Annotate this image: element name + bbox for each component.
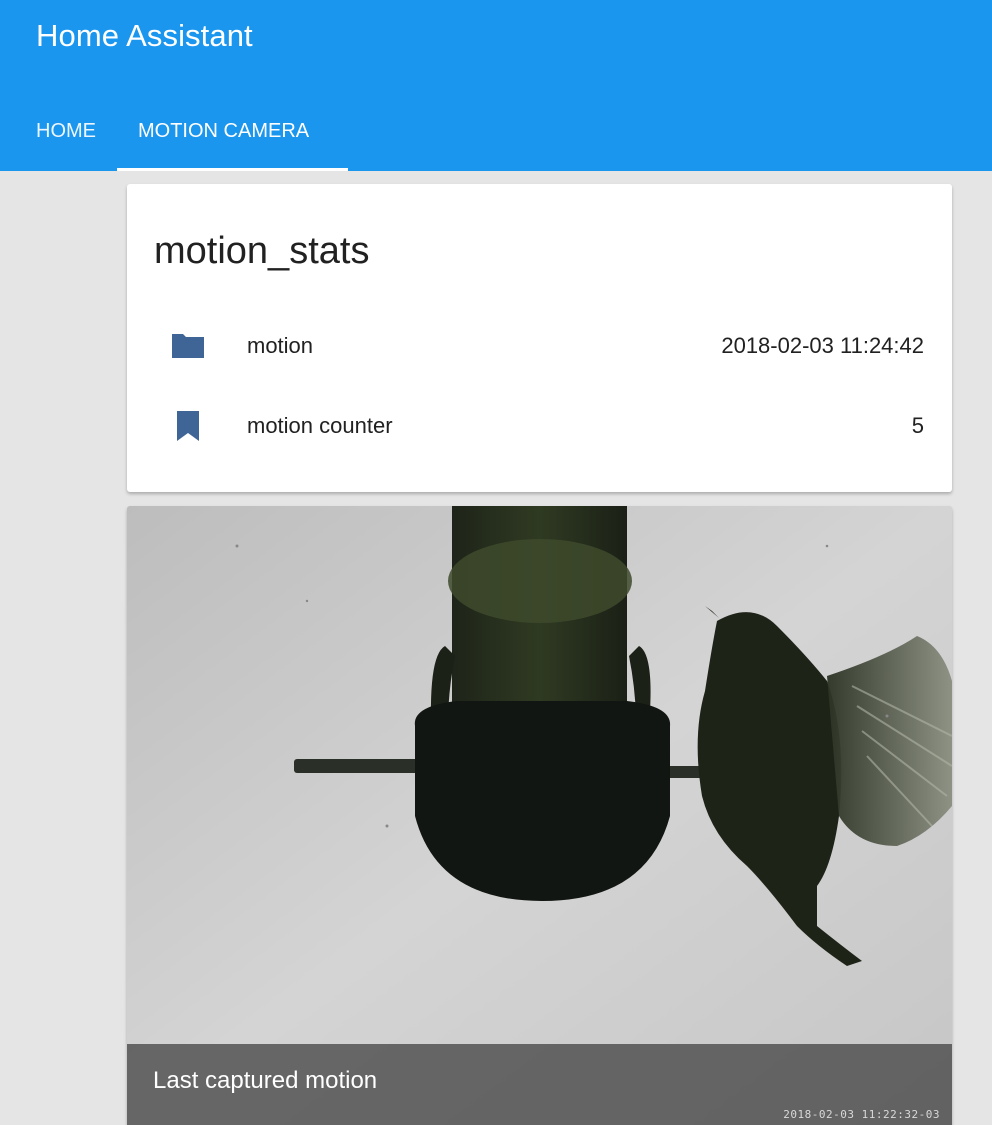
app-header: Home Assistant HOME MOTION CAMERA (0, 0, 992, 171)
camera-card[interactable]: Last captured motion 2018-02-03 11:22:32… (127, 506, 952, 1125)
entity-row-motion-counter[interactable]: motion counter 5 (127, 406, 952, 446)
camera-caption-bar: Last captured motion 2018-02-03 11:22:32… (127, 1044, 952, 1125)
card-title: motion_stats (154, 230, 370, 272)
entity-label: motion (247, 333, 314, 358)
motion-stats-card: motion_stats motion 2018-02-03 11:24:42 … (127, 184, 952, 492)
entity-value: 5 (911, 413, 924, 438)
tab-motion-camera-label: MOTION CAMERA (138, 120, 310, 142)
entity-row-motion[interactable]: motion 2018-02-03 11:24:42 (127, 326, 952, 366)
camera-caption: Last captured motion (153, 1067, 378, 1094)
tab-home[interactable]: HOME (0, 100, 117, 171)
camera-overlay-timestamp: 2018-02-03 11:22:32-03 (783, 1108, 940, 1121)
tab-bar: HOME MOTION CAMERA (0, 100, 348, 171)
entity-label: motion counter (247, 413, 393, 438)
app-title: Home Assistant (36, 18, 253, 53)
tab-motion-camera[interactable]: MOTION CAMERA (117, 100, 348, 171)
tab-home-label: HOME (36, 120, 96, 142)
folder-icon (170, 328, 206, 364)
bookmark-icon (170, 408, 206, 444)
camera-snapshot-image[interactable] (127, 506, 952, 1125)
entity-value: 2018-02-03 11:24:42 (721, 333, 924, 358)
